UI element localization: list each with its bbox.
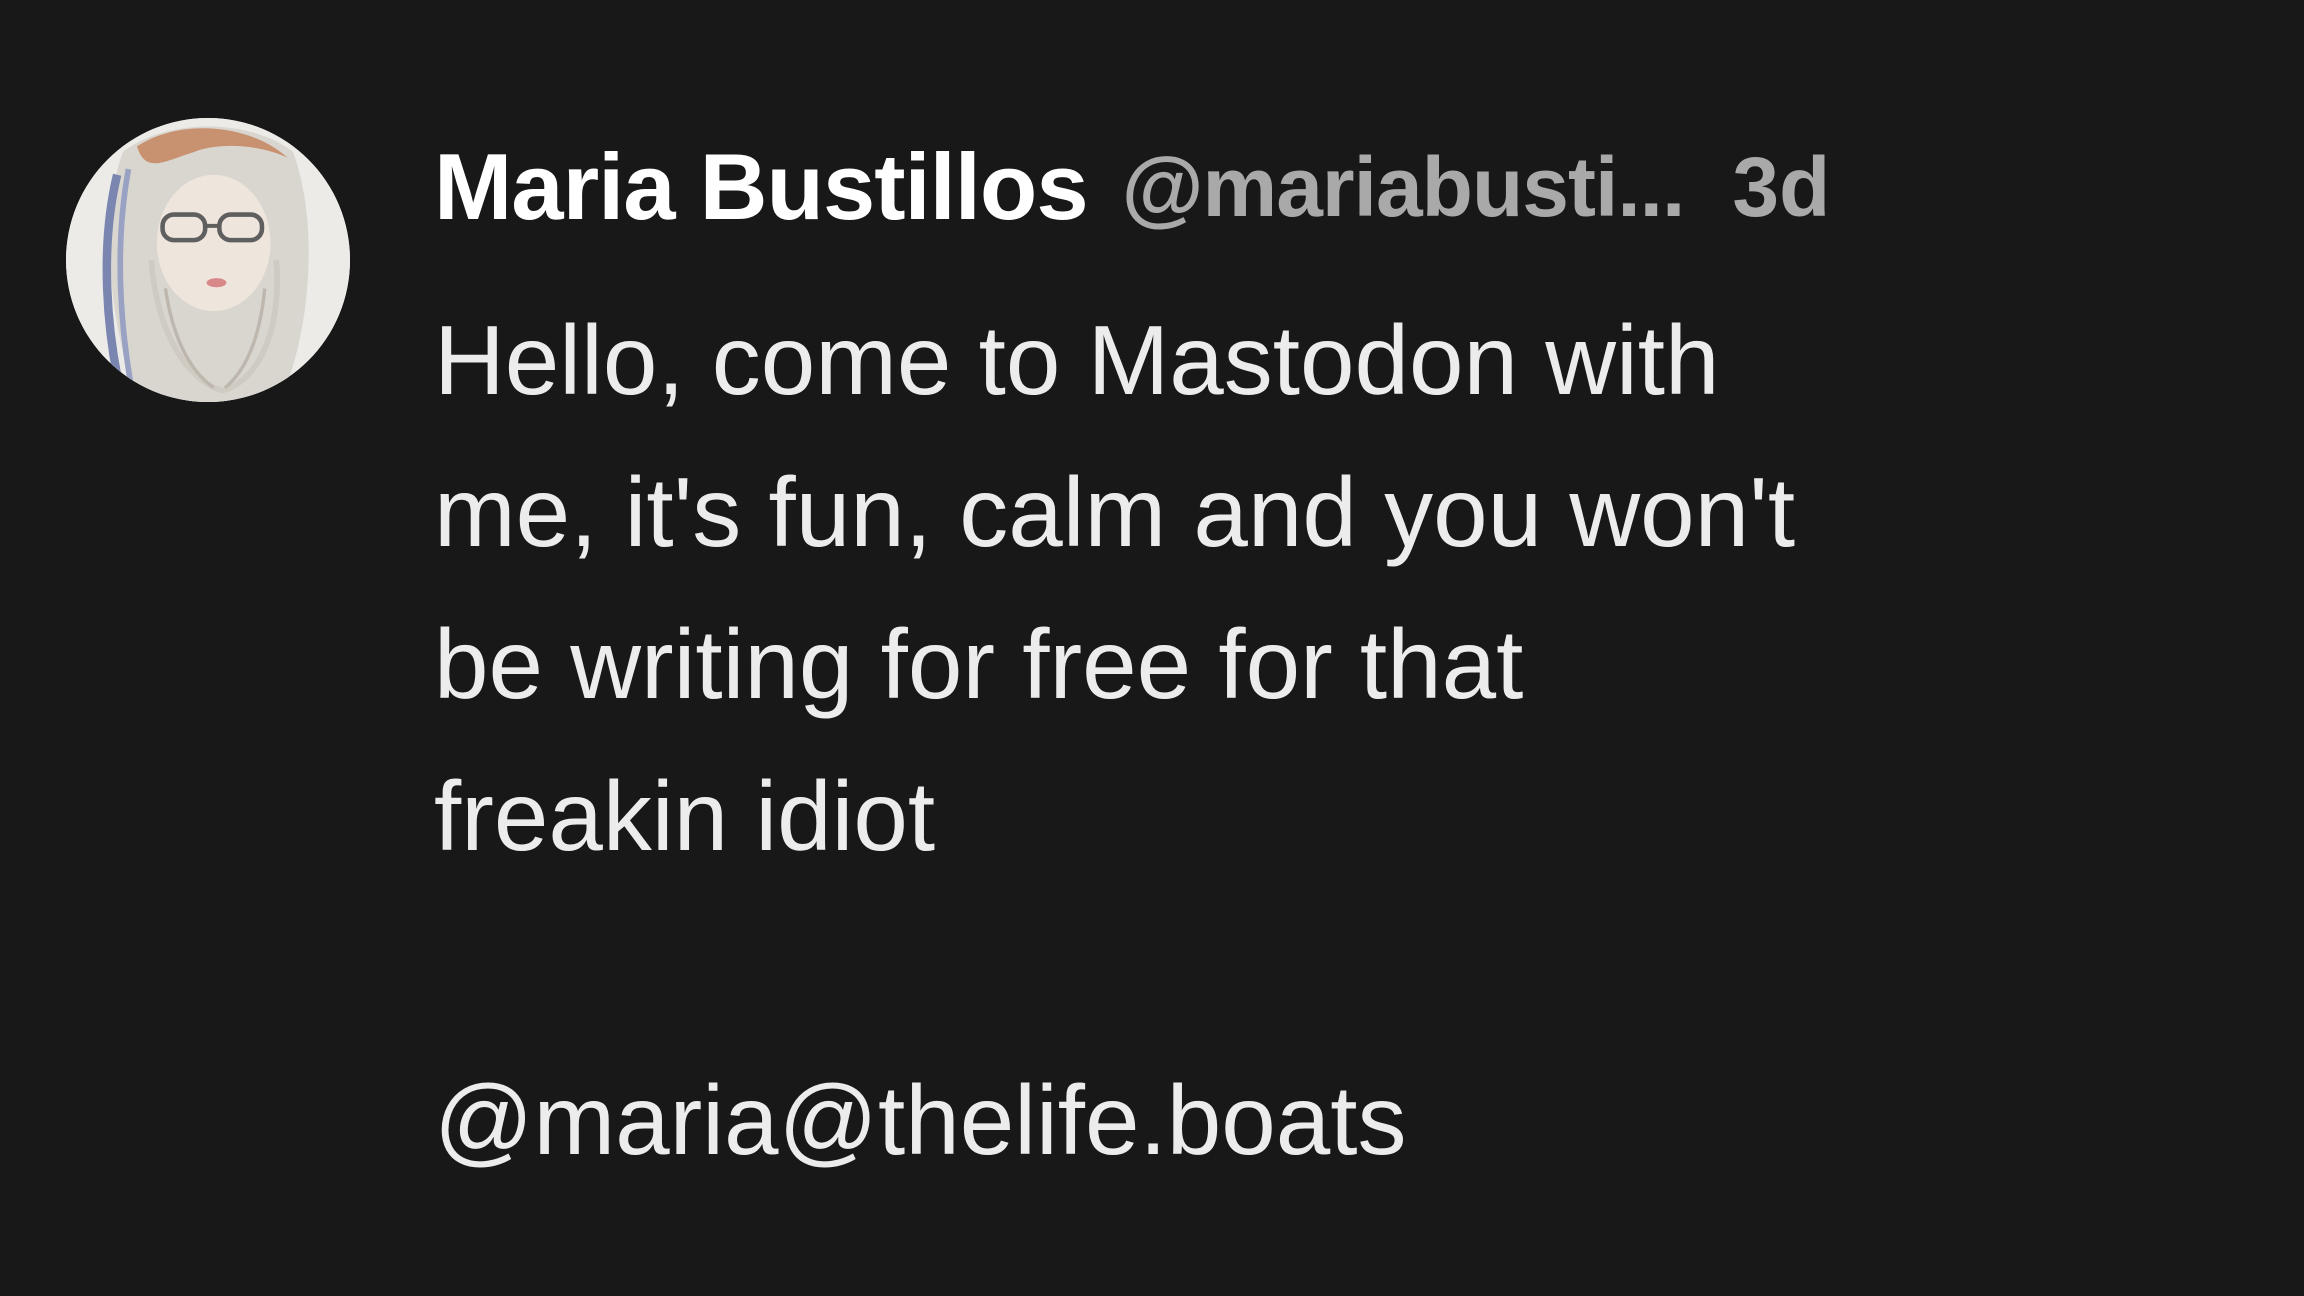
author-display-name[interactable]: Maria Bustillos — [434, 133, 1089, 241]
author-handle[interactable]: @mariabusti... — [1122, 139, 1686, 236]
post-text-line: me, it's fun, calm and you won't — [434, 457, 1796, 567]
post-text-line: freakin idiot — [434, 761, 936, 871]
post-text-line: be writing for free for that — [434, 609, 1524, 719]
mention-link[interactable]: @maria@thelife.boats — [434, 1044, 2214, 1196]
post-content: Hello, come to Mastodon with me, it's fu… — [434, 284, 2214, 1196]
post-card[interactable]: Maria Bustillos @mariabusti... 3d Hello,… — [0, 0, 2304, 1296]
author-avatar[interactable] — [66, 118, 350, 402]
post-text-line: Hello, come to Mastodon with — [434, 305, 1720, 415]
user-avatar-icon — [66, 118, 350, 402]
post-header: Maria Bustillos @mariabusti... 3d — [434, 132, 2234, 242]
post-timestamp[interactable]: 3d — [1732, 139, 1830, 236]
